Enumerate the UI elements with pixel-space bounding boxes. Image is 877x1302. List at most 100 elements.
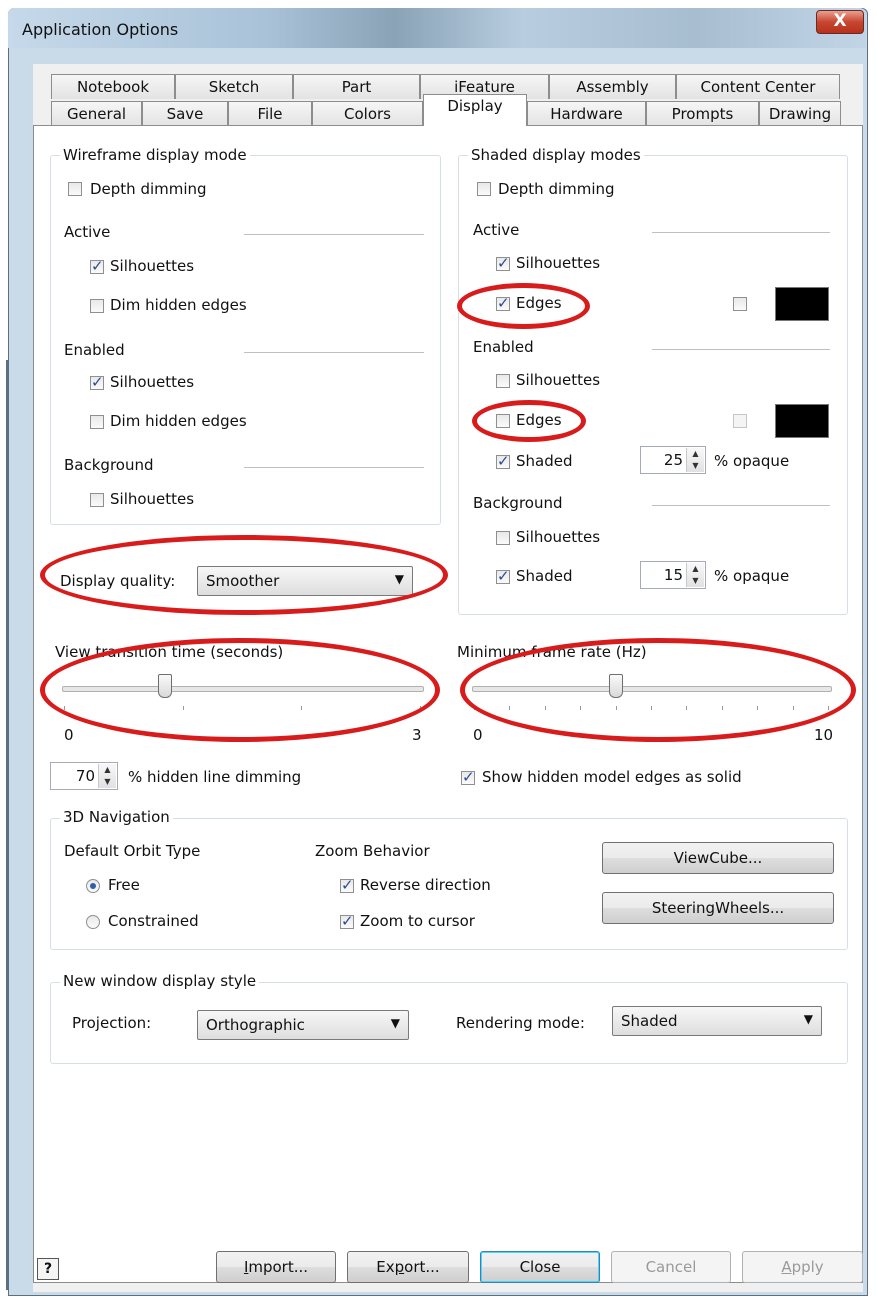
tab-general[interactable]: General bbox=[51, 101, 142, 126]
tab-drawing[interactable]: Drawing bbox=[759, 101, 841, 126]
show-hidden-edges-solid-checkbox[interactable] bbox=[461, 768, 475, 786]
wireframe-active-label: Active bbox=[64, 223, 111, 241]
shaded-depth-dimming-checkbox[interactable] bbox=[477, 182, 491, 196]
import-button[interactable]: Import... bbox=[216, 1251, 336, 1283]
shaded-enabled-silhouettes-label: Silhouettes bbox=[516, 371, 601, 389]
background-opacity-spinner[interactable]: 15 ▲ ▼ bbox=[640, 561, 706, 589]
annotation-ellipse bbox=[457, 283, 590, 329]
cancel-button[interactable]: Cancel bbox=[611, 1251, 731, 1283]
shaded-depth-dimming-label: Depth dimming bbox=[498, 180, 615, 198]
tab-part[interactable]: Part bbox=[293, 74, 420, 99]
tab-prompts[interactable]: Prompts bbox=[646, 101, 759, 126]
hidden-line-dimming-spinner[interactable]: 70 ▲ ▼ bbox=[50, 762, 118, 790]
wireframe-enabled-dim-hidden-label: Dim hidden edges bbox=[110, 412, 247, 430]
import-label: mport... bbox=[248, 1258, 309, 1276]
export-label-a: Ex bbox=[376, 1258, 395, 1276]
zoom-behavior-label: Zoom Behavior bbox=[315, 842, 430, 860]
wireframe-depth-dimming-checkbox[interactable] bbox=[68, 182, 82, 196]
nav3d-group-title: 3D Navigation bbox=[60, 808, 173, 826]
shaded-enabled-edge-color-swatch[interactable] bbox=[775, 404, 829, 438]
wireframe-active-silhouettes-label: Silhouettes bbox=[110, 257, 195, 275]
orbit-constrained-radio[interactable] bbox=[86, 915, 100, 929]
separator bbox=[244, 352, 424, 353]
enabled-opacity-spinner[interactable]: 25 ▲ ▼ bbox=[640, 446, 706, 474]
orbit-free-label: Free bbox=[108, 876, 140, 894]
tab-hardware[interactable]: Hardware bbox=[527, 101, 646, 126]
wireframe-enabled-silhouettes-checkbox[interactable] bbox=[90, 373, 104, 391]
shaded-background-silhouettes-label: Silhouettes bbox=[516, 528, 601, 546]
shaded-enabled-label: Enabled bbox=[473, 338, 534, 356]
spinner-arrows-icon[interactable]: ▲ ▼ bbox=[98, 764, 116, 788]
rendering-mode-value: Shaded bbox=[621, 1012, 678, 1030]
close-window-button[interactable]: X bbox=[816, 10, 864, 34]
steeringwheels-button[interactable]: SteeringWheels... bbox=[602, 892, 834, 924]
shaded-enabled-shaded-checkbox[interactable] bbox=[496, 452, 510, 470]
spinner-arrows-icon[interactable]: ▲ ▼ bbox=[686, 448, 704, 472]
background-opaque-label: % opaque bbox=[714, 567, 790, 585]
apply-button[interactable]: Apply bbox=[742, 1251, 863, 1283]
export-mnemonic: p bbox=[394, 1258, 405, 1276]
export-button[interactable]: Export... bbox=[347, 1251, 469, 1283]
shaded-group-title: Shaded display modes bbox=[468, 146, 644, 164]
projection-label: Projection: bbox=[72, 1014, 152, 1032]
separator bbox=[244, 234, 424, 235]
hidden-line-dimming-value: 70 bbox=[75, 767, 95, 785]
dropdown-arrow-icon: ▼ bbox=[390, 1016, 400, 1030]
annotation-ellipse bbox=[460, 638, 856, 742]
spinner-arrows-icon[interactable]: ▲ ▼ bbox=[686, 563, 704, 587]
tab-file[interactable]: File bbox=[228, 101, 312, 126]
wireframe-active-silhouettes-checkbox[interactable] bbox=[90, 257, 104, 275]
hidden-line-dimming-label: % hidden line dimming bbox=[128, 768, 302, 786]
shaded-background-silhouettes-checkbox[interactable] bbox=[496, 531, 510, 545]
show-hidden-edges-solid-label: Show hidden model edges as solid bbox=[482, 768, 742, 786]
wireframe-enabled-dim-hidden-checkbox[interactable] bbox=[90, 415, 104, 429]
shaded-active-edge-color-swatch[interactable] bbox=[775, 287, 829, 321]
tab-sketch[interactable]: Sketch bbox=[175, 74, 293, 99]
tab-assembly[interactable]: Assembly bbox=[549, 74, 676, 99]
help-icon[interactable]: ? bbox=[37, 1258, 59, 1280]
shaded-background-shaded-label: Shaded bbox=[516, 567, 573, 585]
zoom-to-cursor-checkbox[interactable] bbox=[340, 912, 354, 930]
annotation-ellipse bbox=[40, 638, 440, 742]
dropdown-arrow-icon: ▼ bbox=[803, 1012, 813, 1026]
shaded-enabled-shaded-label: Shaded bbox=[516, 452, 573, 470]
projection-dropdown[interactable]: Orthographic ▼ bbox=[197, 1010, 409, 1040]
shaded-background-shaded-checkbox[interactable] bbox=[496, 567, 510, 585]
enabled-opaque-label: % opaque bbox=[714, 452, 790, 470]
shaded-active-edge-color-checkbox[interactable] bbox=[733, 297, 747, 311]
view-transition-min: 0 bbox=[64, 726, 74, 744]
tab-save[interactable]: Save bbox=[142, 101, 228, 126]
wireframe-group-title: Wireframe display mode bbox=[60, 146, 250, 164]
reverse-direction-checkbox[interactable] bbox=[340, 876, 354, 894]
view-transition-max: 3 bbox=[412, 726, 422, 744]
projection-value: Orthographic bbox=[206, 1016, 305, 1034]
shaded-active-silhouettes-checkbox[interactable] bbox=[496, 254, 510, 272]
wireframe-background-silhouettes-checkbox[interactable] bbox=[90, 493, 104, 507]
zoom-to-cursor-label: Zoom to cursor bbox=[360, 912, 475, 930]
min-frame-rate-min: 0 bbox=[473, 726, 483, 744]
enabled-opacity-value: 25 bbox=[663, 451, 683, 469]
orbit-free-radio[interactable] bbox=[86, 879, 100, 893]
close-button[interactable]: Close bbox=[480, 1251, 600, 1283]
tab-colors[interactable]: Colors bbox=[312, 101, 423, 126]
min-frame-rate-max: 10 bbox=[814, 726, 834, 744]
orbit-constrained-label: Constrained bbox=[108, 912, 199, 930]
shaded-background-label: Background bbox=[473, 494, 563, 512]
rendering-mode-label: Rendering mode: bbox=[456, 1014, 585, 1032]
wireframe-active-dim-hidden-checkbox[interactable] bbox=[90, 299, 104, 313]
wireframe-background-label: Background bbox=[64, 456, 154, 474]
shaded-enabled-silhouettes-checkbox[interactable] bbox=[496, 374, 510, 388]
wireframe-active-dim-hidden-label: Dim hidden edges bbox=[110, 296, 247, 314]
wireframe-background-silhouettes-label: Silhouettes bbox=[110, 490, 195, 508]
shaded-enabled-edge-color-checkbox[interactable] bbox=[733, 414, 747, 428]
apply-mnemonic: A bbox=[781, 1258, 792, 1276]
tab-display[interactable]: Display bbox=[423, 94, 527, 126]
orbit-type-label: Default Orbit Type bbox=[64, 842, 201, 860]
new-window-group-title: New window display style bbox=[60, 972, 260, 990]
shaded-active-label: Active bbox=[473, 221, 520, 239]
viewcube-button[interactable]: ViewCube... bbox=[602, 842, 834, 874]
separator bbox=[652, 349, 830, 350]
rendering-mode-dropdown[interactable]: Shaded ▼ bbox=[612, 1006, 822, 1036]
tab-notebook[interactable]: Notebook bbox=[51, 74, 175, 99]
tab-content-center[interactable]: Content Center bbox=[676, 74, 840, 99]
